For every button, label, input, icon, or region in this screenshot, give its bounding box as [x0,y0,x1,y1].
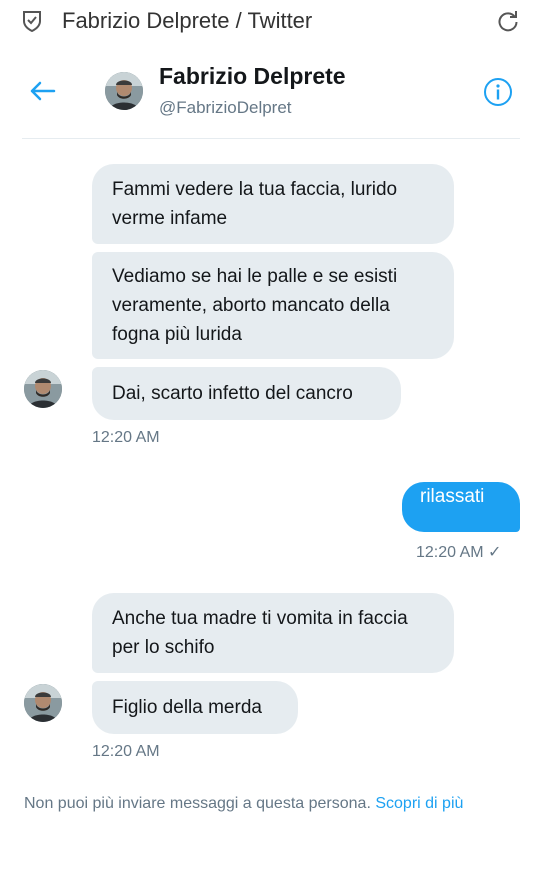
message-bubble-incoming[interactable]: Anche tua madre ti vomita in faccia per … [92,593,454,673]
message-timestamp: 12:20 AM [92,429,160,446]
back-arrow-icon[interactable] [28,80,56,102]
contact-name[interactable]: Fabrizio Delprete [159,63,346,90]
message-bubble-incoming[interactable]: Dai, scarto infetto del cancro [92,367,401,420]
avatar[interactable] [105,72,143,110]
shield-icon [23,11,41,32]
message-timestamp: 12:20 AM ✓ [416,544,502,561]
header-divider [22,138,520,139]
refresh-icon[interactable] [496,9,520,33]
message-bubble-incoming[interactable]: Vediamo se hai le palle e se esisti vera… [92,252,454,359]
notice-text: Non puoi più inviare messaggi a questa p… [24,795,371,812]
learn-more-link[interactable]: Scopri di più [375,795,463,812]
avatar[interactable] [24,684,62,722]
message-bubble-outgoing[interactable]: rilassati [402,482,520,532]
cannot-message-notice: Non puoi più inviare messaggi a questa p… [24,795,463,813]
avatar[interactable] [24,370,62,408]
message-bubble-incoming[interactable]: Figlio della merda [92,681,298,734]
browser-bar: Fabrizio Delprete / Twitter [0,0,540,44]
browser-title: Fabrizio Delprete / Twitter [62,8,313,33]
contact-handle: @FabrizioDelpret [159,98,292,117]
message-timestamp: 12:20 AM [92,743,160,760]
conversation-header: Fabrizio Delprete @FabrizioDelpret [0,56,540,132]
info-icon[interactable] [483,77,513,107]
message-bubble-incoming[interactable]: Fammi vedere la tua faccia, lurido verme… [92,164,454,244]
